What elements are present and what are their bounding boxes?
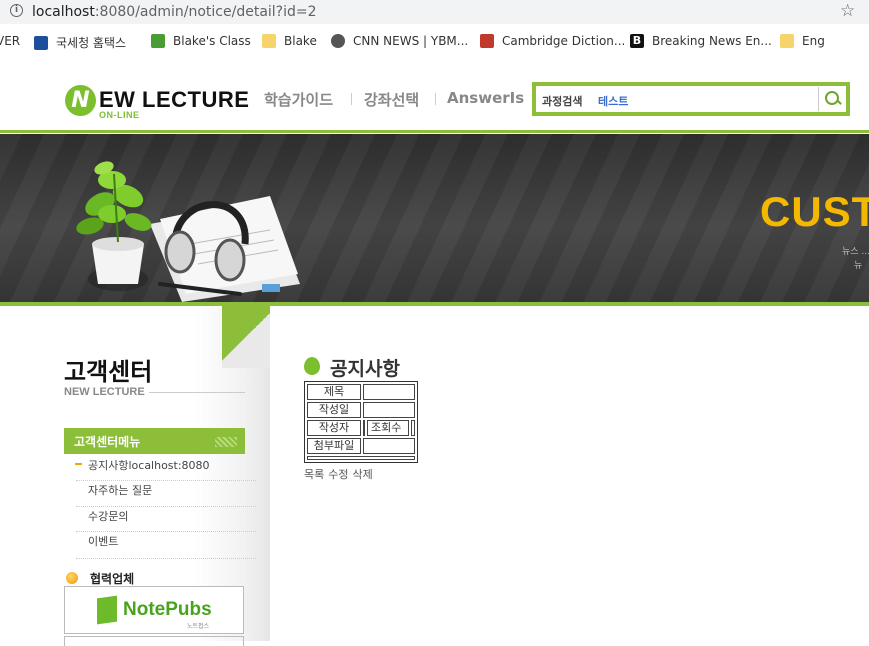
bookmark-cnn-news[interactable]: CNN NEWS | YBM... [331, 34, 468, 48]
bookmark-blakes-class[interactable]: Blake's Class [151, 34, 251, 48]
date-label: 작성일 [307, 402, 361, 418]
url-text[interactable]: localhost:8080/admin/notice/detail?id=2 [32, 4, 317, 20]
bookmark-naver[interactable]: VER [0, 34, 20, 48]
bookmark-breaking-news[interactable]: B Breaking News En... [630, 34, 772, 48]
partner-name: NotePubs [123, 599, 212, 620]
attachment-label: 첨부파일 [307, 438, 361, 454]
nav-course-select[interactable]: 강좌선택 [364, 89, 419, 110]
logo-circle: N [65, 85, 96, 116]
subject-value [363, 384, 415, 400]
content-area [307, 456, 415, 460]
site-logo[interactable]: N EW LECTURE ON-LINE [65, 85, 249, 123]
date-value [363, 402, 415, 418]
search-input[interactable]: 테스트 [598, 93, 628, 109]
search-button[interactable] [818, 87, 846, 111]
detail-actions: 목록 수정 삭제 [304, 466, 377, 482]
bookmark-star-icon[interactable]: ☆ [840, 1, 855, 21]
notepubs-logo-icon [97, 595, 117, 625]
views-label: 조회수 [367, 420, 409, 436]
partner-label: 협력업체 [90, 572, 135, 586]
sidebar-item-inquiry[interactable]: 수강문의 [88, 508, 128, 524]
sidebar-menu-header: 고객센터메뉴 [64, 428, 245, 454]
banner-subtitle-2: 뉴 [854, 261, 863, 271]
sidebar-item-notice[interactable]: 공지사항localhost:8080 [88, 457, 210, 473]
list-link[interactable]: 목록 [304, 468, 324, 481]
bookmark-cambridge[interactable]: Cambridge Diction... [480, 34, 625, 48]
writer-label: 작성자 [307, 420, 361, 436]
course-search-box: 과정검색 테스트 [532, 82, 850, 116]
nav-divider [435, 93, 436, 105]
folder-icon [780, 34, 794, 48]
banner-title: CUST [760, 188, 869, 235]
sidebar-item-faq[interactable]: 자주하는 질문 [88, 482, 152, 498]
header-divider [0, 130, 869, 133]
hometax-icon [34, 35, 48, 50]
folder-icon [262, 34, 276, 48]
sidebar-title: 고객센터 [64, 358, 153, 386]
address-bar[interactable]: i localhost:8080/admin/notice/detail?id=… [0, 0, 869, 24]
nav-divider [351, 93, 352, 105]
page-title: 공지사항 [330, 358, 400, 380]
banner-subtitle: 뉴스 ... [842, 247, 869, 257]
partner-banner-notepubs[interactable]: NotePubs 노트펍스 [64, 586, 244, 634]
edit-link[interactable]: 수정 [328, 468, 348, 481]
sidebar-item-event[interactable]: 이벤트 [88, 533, 118, 549]
bookmark-hometax[interactable]: 국세청 홈택스 [34, 34, 126, 51]
sidebar-subtitle: NEW LECTURE [64, 386, 149, 398]
bookmark-eng[interactable]: Eng [780, 34, 825, 48]
writer-value [363, 420, 365, 436]
attachment-value [363, 438, 415, 454]
plant-leaves-icon [76, 161, 152, 243]
search-label: 과정검색 [542, 95, 583, 108]
page-curl-decoration [222, 306, 270, 368]
classroom-icon [151, 34, 165, 48]
b-logo-icon: B [630, 34, 644, 48]
info-icon[interactable]: i [10, 4, 23, 17]
bookmark-blake[interactable]: Blake [262, 34, 317, 48]
partner-bullet-icon [66, 572, 78, 584]
globe-icon [331, 34, 345, 48]
views-value [411, 420, 415, 436]
logo-subtitle: ON-LINE [99, 110, 140, 120]
partner-subname: 노트펍스 [187, 623, 210, 630]
leaf-icon [304, 357, 320, 375]
nav-learning-guide[interactable]: 학습가이드 [264, 89, 333, 110]
notice-detail-table: 제목 작성일 작성자 조회수 첨부파일 [304, 381, 418, 463]
banner-illustration [76, 161, 300, 302]
hero-banner: CUST 뉴스 ... 뉴 [0, 134, 869, 302]
delete-link[interactable]: 삭제 [353, 468, 373, 481]
bookmarks-bar: VER 국세청 홈택스 Blake's Class Blake CNN NEWS… [0, 30, 869, 54]
nav-answeris[interactable]: AnswerIs [447, 89, 524, 107]
cambridge-shield-icon [480, 34, 494, 48]
active-item-bullet [75, 463, 82, 465]
subject-label: 제목 [307, 384, 361, 400]
partner-banner-2[interactable] [64, 636, 244, 646]
